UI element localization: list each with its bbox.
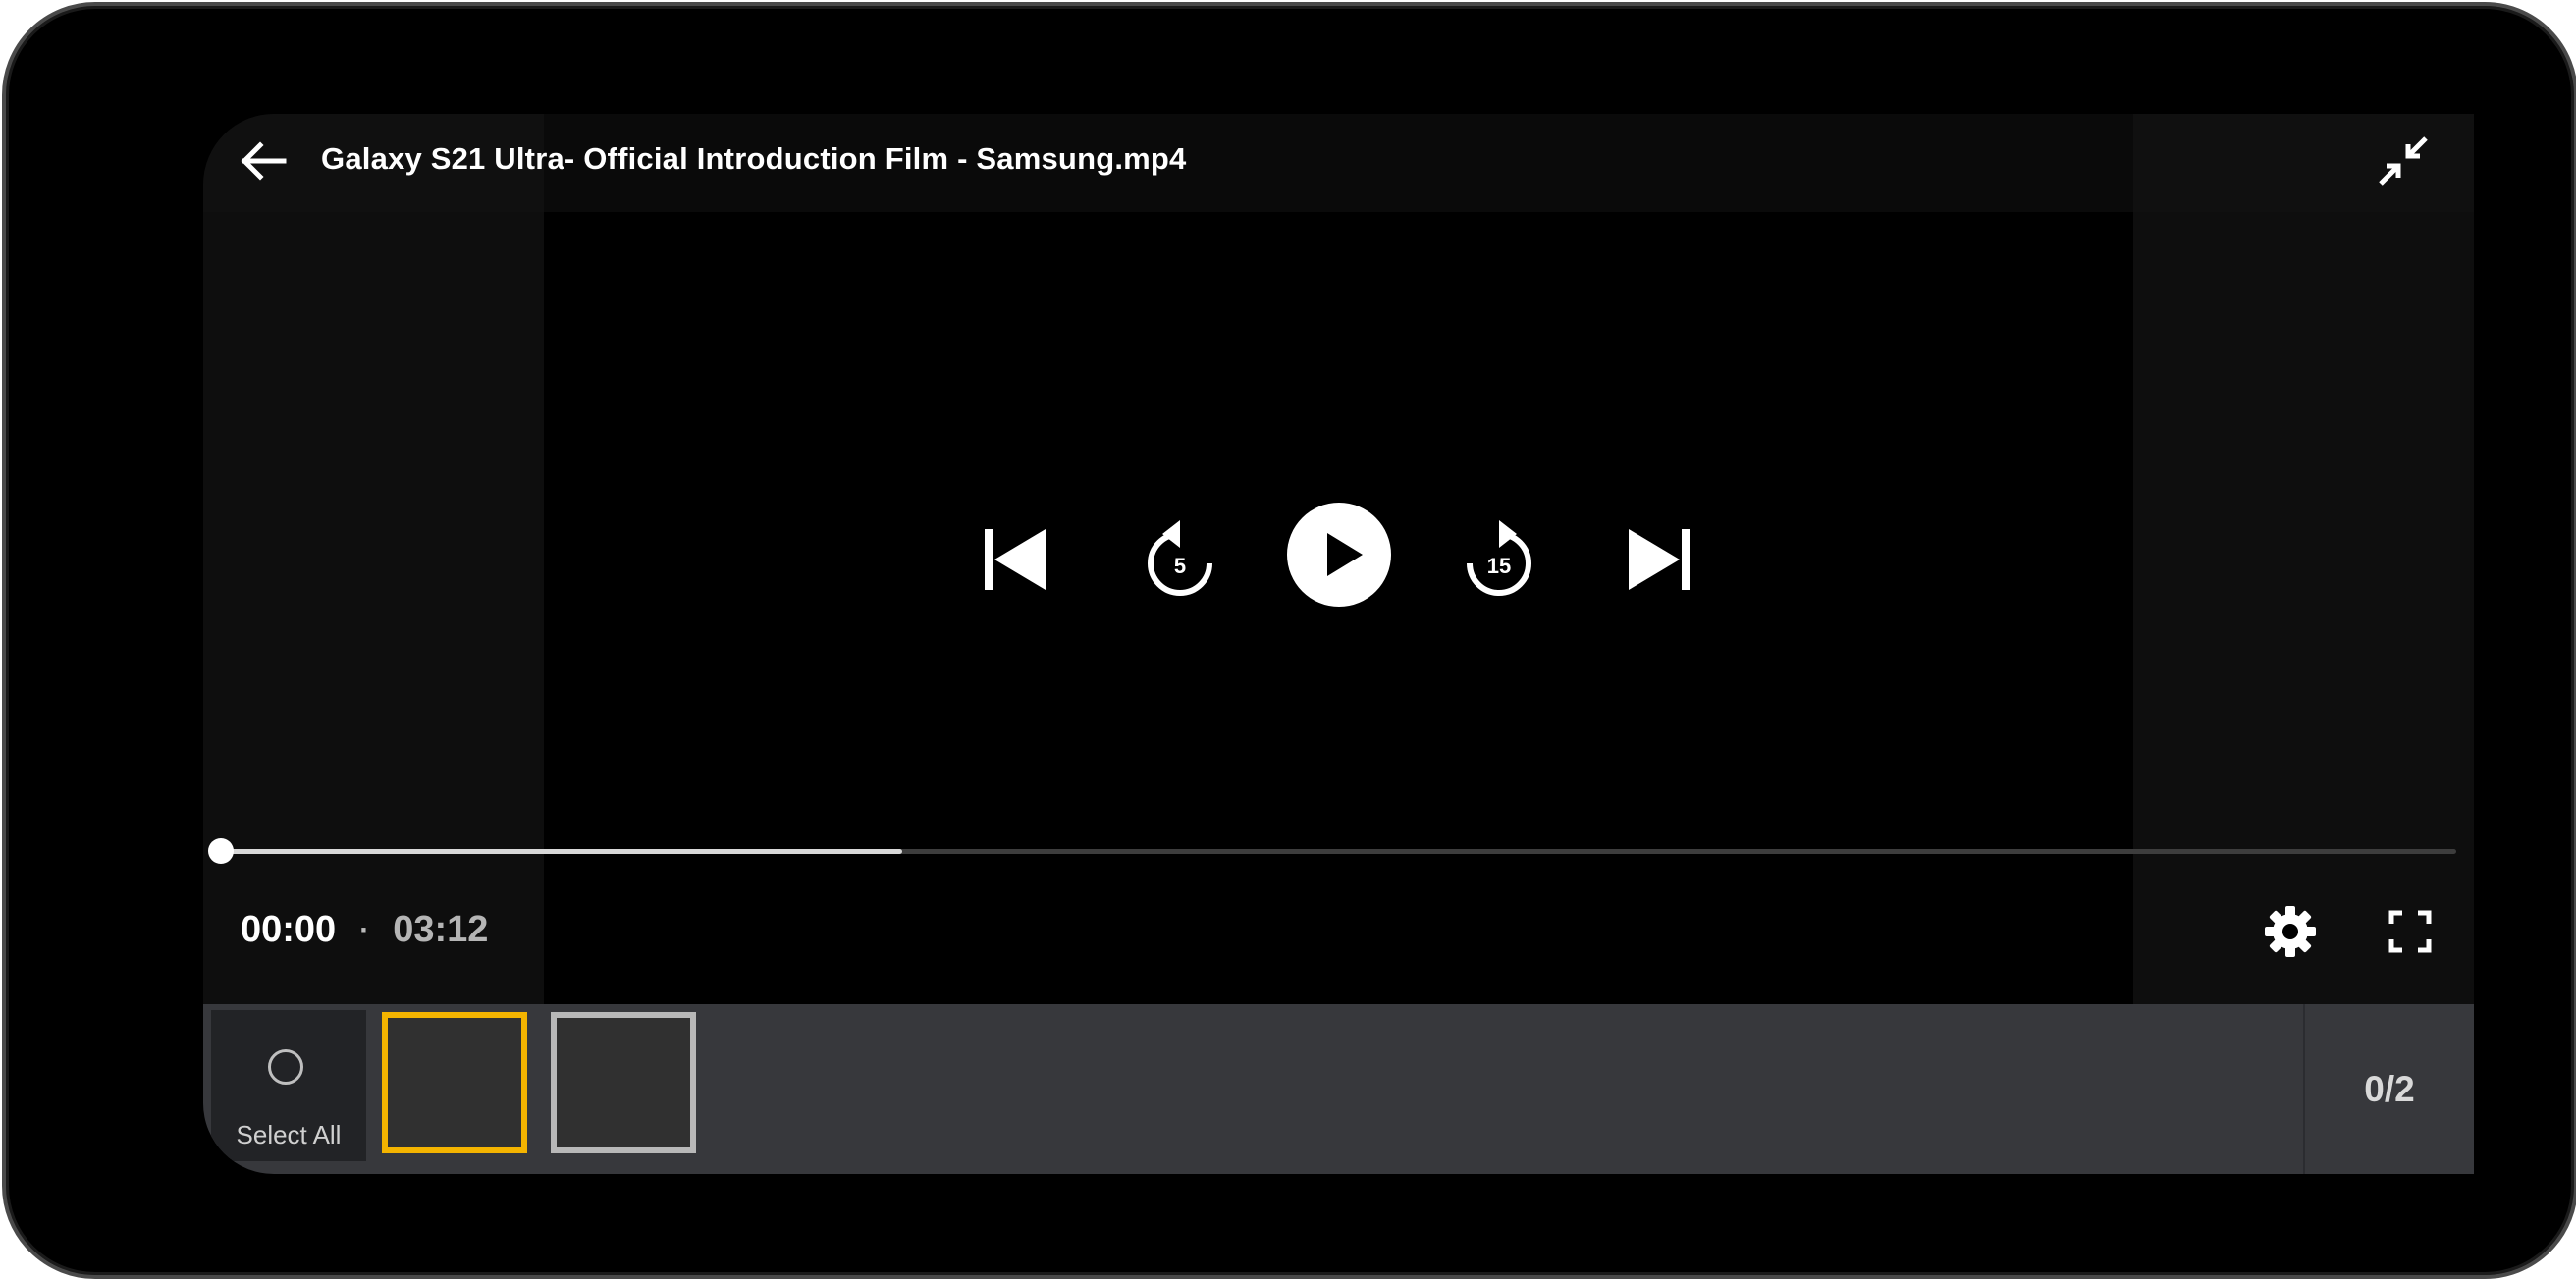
- playback-controls: 5 15 00:00 · 03:12: [203, 114, 2474, 1004]
- rewind-seconds-label: 5: [1173, 554, 1187, 578]
- thumbnail-item[interactable]: [382, 1012, 527, 1153]
- forward-15-icon: 15: [1460, 518, 1538, 603]
- current-time: 00:00: [241, 909, 337, 950]
- replay-5-icon: 5: [1141, 518, 1219, 603]
- fullscreen-button[interactable]: [2376, 899, 2444, 968]
- next-button[interactable]: [1620, 522, 1698, 601]
- forward-button[interactable]: 15: [1455, 516, 1543, 605]
- time-display: 00:00 · 03:12: [241, 909, 488, 951]
- previous-button[interactable]: [976, 522, 1054, 601]
- settings-button[interactable]: [2256, 899, 2325, 968]
- gear-icon: [2263, 904, 2318, 964]
- skip-previous-icon: [981, 525, 1049, 599]
- play-icon: [1286, 502, 1392, 613]
- selection-counter: 0/2: [2303, 1004, 2474, 1174]
- rewind-button[interactable]: 5: [1136, 516, 1224, 605]
- select-all-button[interactable]: Select All: [211, 1010, 366, 1161]
- thumbnail-item[interactable]: [551, 1012, 696, 1153]
- play-button[interactable]: [1286, 502, 1392, 613]
- total-duration: 03:12: [393, 909, 489, 950]
- video-player-screen: Galaxy S21 Ultra- Official Introduction …: [203, 114, 2474, 1174]
- device-frame: Galaxy S21 Ultra- Official Introduction …: [2, 2, 2576, 1279]
- skip-next-icon: [1625, 525, 1693, 599]
- seek-bar-thumb[interactable]: [208, 838, 234, 864]
- fullscreen-icon: [2388, 910, 2432, 958]
- radio-circle-icon: [268, 1049, 303, 1085]
- select-all-label: Select All: [236, 1120, 342, 1149]
- time-separator: ·: [359, 913, 370, 946]
- forward-seconds-label: 15: [1486, 554, 1512, 578]
- selection-strip: Select All 0/2: [203, 1004, 2474, 1174]
- seek-bar-buffered: [221, 849, 903, 854]
- seek-bar[interactable]: [208, 838, 2456, 864]
